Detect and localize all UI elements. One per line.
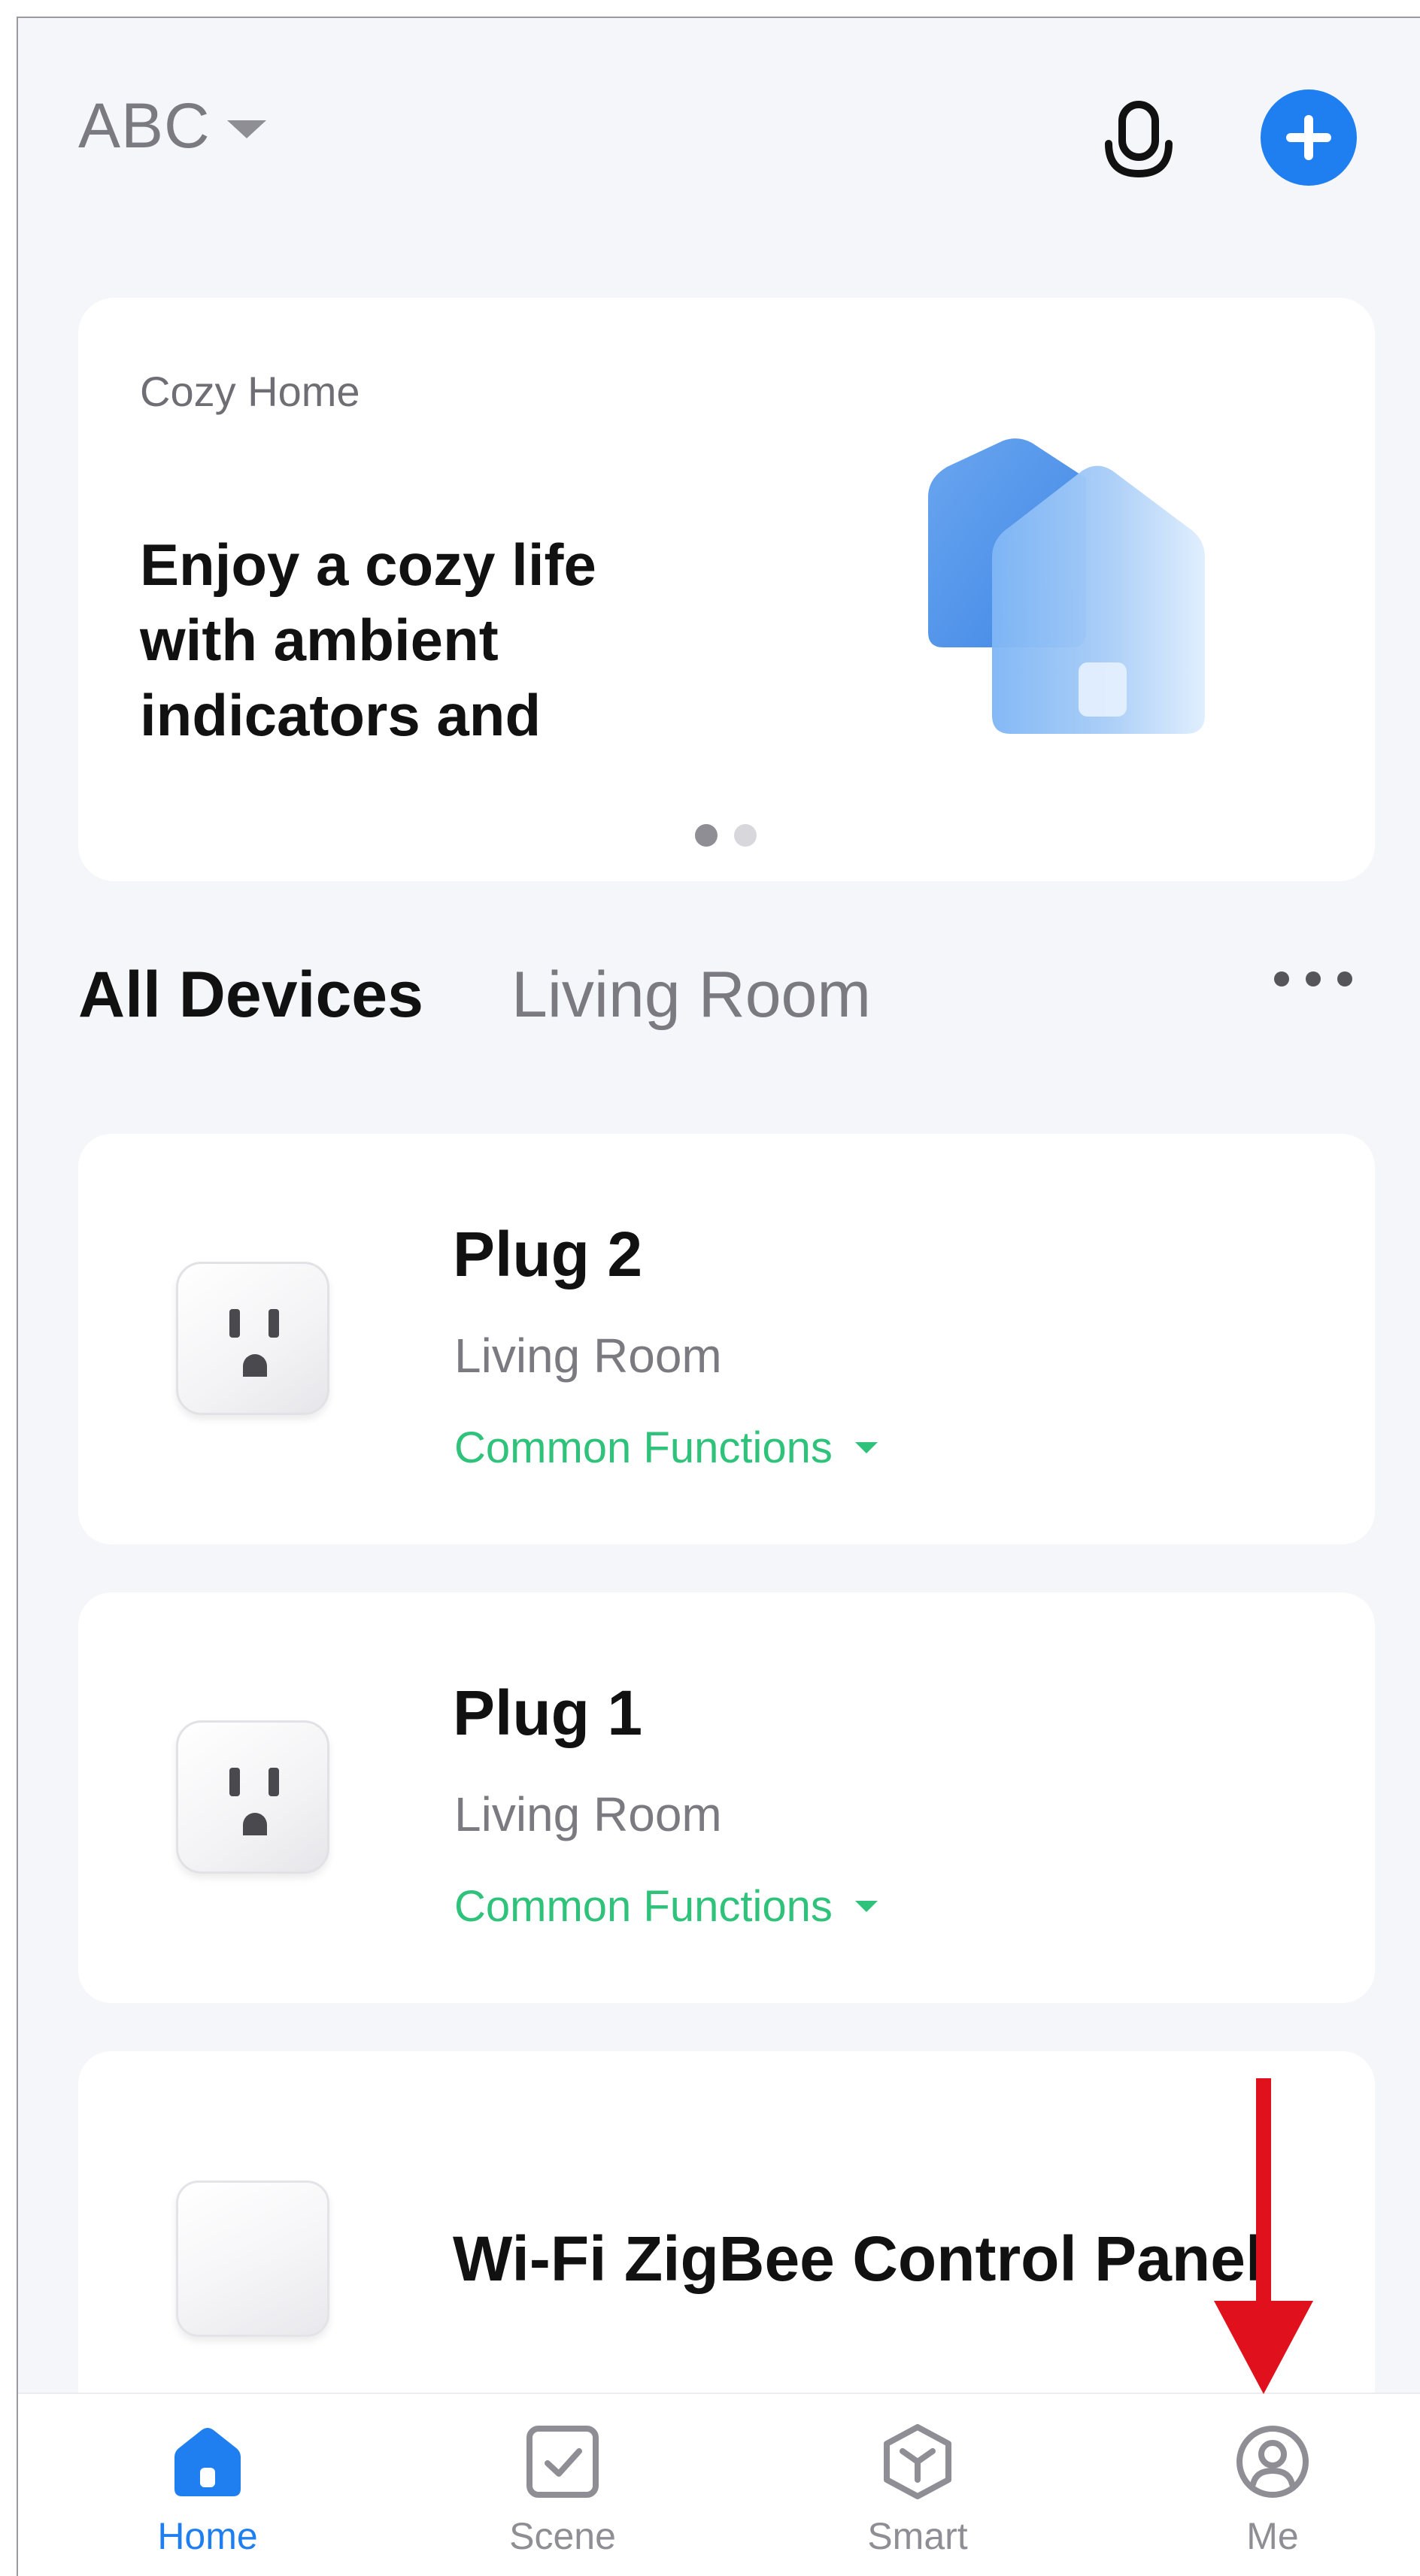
more-dot (1274, 971, 1289, 986)
nav-scene[interactable]: Scene (450, 2394, 675, 2576)
promo-banner[interactable]: Cozy Home Enjoy a cozy life with ambient… (78, 298, 1375, 881)
device-card-plug-2[interactable]: Plug 2 Living Room Common Functions (78, 1134, 1375, 1544)
device-room: Living Room (454, 1787, 722, 1841)
more-icon[interactable] (1274, 971, 1352, 986)
nav-home[interactable]: Home (95, 2394, 320, 2576)
tab-living-room[interactable]: Living Room (511, 958, 871, 1032)
more-dot (1337, 971, 1352, 986)
control-panel-icon (176, 2181, 329, 2337)
microphone-icon[interactable] (1094, 97, 1184, 187)
plug-icon (176, 1720, 329, 1874)
smart-cube-icon (884, 2424, 951, 2499)
bottom-nav: Home Scene Smart Me (18, 2393, 1420, 2576)
home-name: ABC (78, 90, 211, 161)
carousel-dot (734, 824, 757, 847)
common-functions-label: Common Functions (454, 1423, 833, 1472)
chevron-down-icon (854, 1901, 878, 1912)
annotation-arrow-icon (1214, 2078, 1313, 2394)
common-functions-label: Common Functions (454, 1882, 833, 1931)
nav-me[interactable]: Me (1160, 2394, 1385, 2576)
nav-home-label: Home (157, 2515, 258, 2557)
device-name: Plug 1 (453, 1677, 643, 1748)
scene-checkbox-icon (526, 2426, 599, 2498)
chevron-down-icon (226, 120, 266, 138)
device-card-plug-1[interactable]: Plug 1 Living Room Common Functions (78, 1593, 1375, 2003)
device-name: Wi-Fi ZigBee Control Panel (453, 2223, 1264, 2294)
nav-smart-label: Smart (867, 2515, 968, 2557)
nav-me-label: Me (1246, 2515, 1299, 2557)
nav-smart[interactable]: Smart (805, 2394, 1030, 2576)
home-icon (174, 2428, 241, 2496)
device-card-control-panel[interactable]: Wi-Fi ZigBee Control Panel (78, 2051, 1375, 2442)
app-screen: ABC Cozy Home Enjoy a cozy life with amb… (17, 17, 1420, 2576)
banner-subtitle: Cozy Home (140, 368, 360, 415)
more-dot (1306, 971, 1321, 986)
nav-scene-label: Scene (509, 2515, 616, 2557)
chevron-down-icon (854, 1442, 878, 1453)
tab-all-devices[interactable]: All Devices (78, 958, 423, 1032)
user-profile-icon (1236, 2426, 1309, 2498)
device-name: Plug 2 (453, 1219, 643, 1290)
house-illustration (928, 438, 1205, 734)
banner-title: Enjoy a cozy life with ambient indicator… (140, 532, 596, 748)
plug-icon (176, 1262, 329, 1415)
carousel-dot-active (695, 824, 718, 847)
common-functions-toggle[interactable]: Common Functions (454, 1423, 878, 1473)
home-switcher[interactable]: ABC (78, 89, 266, 162)
add-device-button[interactable] (1261, 89, 1357, 186)
device-room: Living Room (454, 1329, 722, 1383)
common-functions-toggle[interactable]: Common Functions (454, 1881, 878, 1932)
carousel-indicator (695, 824, 757, 847)
